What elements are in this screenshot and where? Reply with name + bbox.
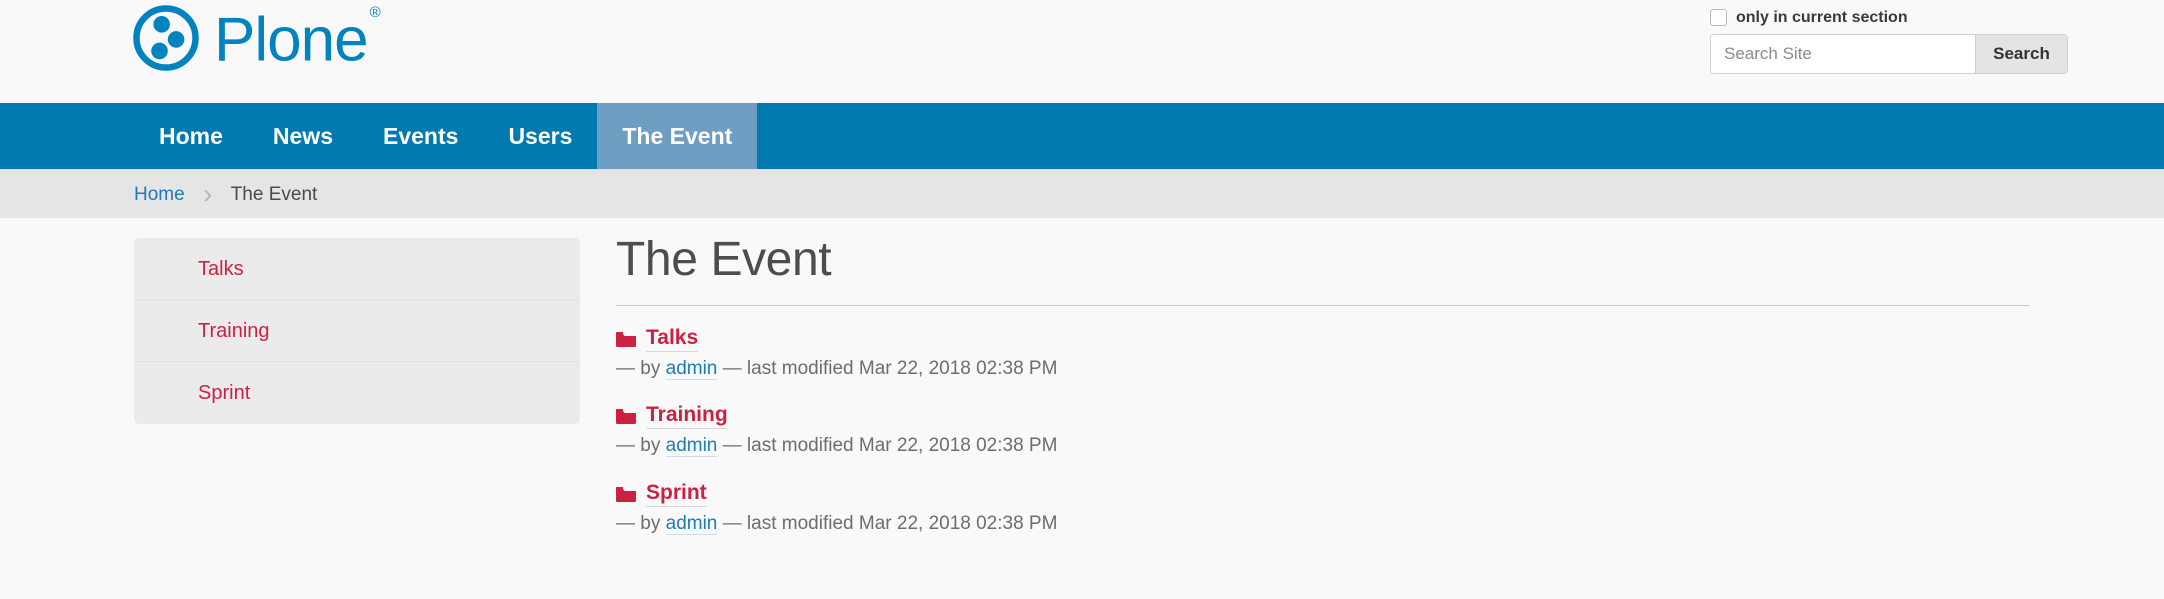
search-area: only in current section Search [1710,8,2068,74]
list-item-title[interactable]: Talks [646,326,699,352]
nav-list: Home News Events Users The Event [134,103,758,169]
list-item-author-link[interactable]: admin [665,357,718,380]
list-item-meta: — by admin — last modified Mar 22, 2018 … [616,511,2036,537]
nav-list-item: News [248,103,358,169]
list-item-head: Sprint [616,481,2036,508]
breadcrumb-separator-icon: › [203,179,213,209]
navigation-portlet: Talks Training Sprint [134,238,580,424]
sidebar-item-sprint[interactable]: Sprint [134,362,580,424]
nav-list-item: Events [358,103,483,169]
nav-item-news[interactable]: News [248,103,358,169]
meta-prefix: — by [616,357,666,379]
list-item-author-link[interactable]: admin [665,513,718,536]
site-brand-name: Plone ® [214,4,381,75]
nav-list-item: Users [483,103,597,169]
search-box: Search [1710,34,2068,74]
list-item: Talks — by admin — last modified Mar 22,… [616,326,2036,382]
title-divider [616,304,2030,306]
folder-icon [616,331,636,347]
folder-icon [616,487,636,503]
sidebar-item-talks[interactable]: Talks [134,238,580,300]
page-title: The Event [616,233,832,286]
search-input[interactable] [1711,35,1975,73]
main-navigation: Home News Events Users The Event [0,103,2164,169]
nav-item-events[interactable]: Events [358,103,483,169]
list-item-author-link[interactable]: admin [665,435,718,458]
breadcrumb-home-link[interactable]: Home [134,184,185,206]
list-item-head: Training [616,403,2036,430]
nav-item-home[interactable]: Home [134,103,248,169]
meta-suffix: — last modified Mar 22, 2018 02:38 PM [717,513,1058,535]
site-header: Plone ® only in current section Search [0,0,2164,103]
breadcrumb-bar: Home › The Event [0,169,2164,218]
meta-prefix: — by [616,513,666,535]
list-item-meta: — by admin — last modified Mar 22, 2018 … [616,433,2036,459]
list-item-title[interactable]: Training [646,403,728,430]
only-current-section-checkbox[interactable] [1710,8,1727,26]
folder-icon [616,409,636,425]
only-current-section-label: only in current section [1736,8,1908,26]
breadcrumb-current: The Event [230,183,318,205]
nav-item-the-event[interactable]: The Event [597,103,758,169]
list-item: Sprint — by admin — last modified Mar 22… [616,481,2036,537]
list-item-meta: — by admin — last modified Mar 22, 2018 … [616,356,2036,382]
main-column: The Event Talks — by admin — last modifi… [616,218,2036,559]
folder-listing: Talks — by admin — last modified Mar 22,… [616,326,2036,537]
breadcrumb: Home › The Event [134,170,317,219]
meta-suffix: — last modified Mar 22, 2018 02:38 PM [717,435,1058,457]
registered-mark: ® [369,4,381,22]
plone-logo-icon [133,5,199,71]
nav-list-item: The Event [597,103,758,169]
search-scope-option[interactable]: only in current section [1710,8,2068,26]
list-item-head: Talks [616,326,2036,352]
nav-list-item: Home [134,103,248,169]
page-root: Plone® only in current section Search Ho… [0,0,2164,599]
sidebar-item-training[interactable]: Training [134,300,580,362]
list-item: Training — by admin — last modified Mar … [616,403,2036,459]
search-button[interactable]: Search [1975,35,2067,73]
meta-prefix: — by [616,435,666,457]
meta-suffix: — last modified Mar 22, 2018 02:38 PM [717,357,1058,379]
site-logo-link[interactable]: Plone ® [130,2,381,75]
list-item-title[interactable]: Sprint [646,481,707,508]
nav-item-users[interactable]: Users [483,103,597,169]
content-area: Talks Training Sprint The Event Talks — … [0,218,2164,599]
